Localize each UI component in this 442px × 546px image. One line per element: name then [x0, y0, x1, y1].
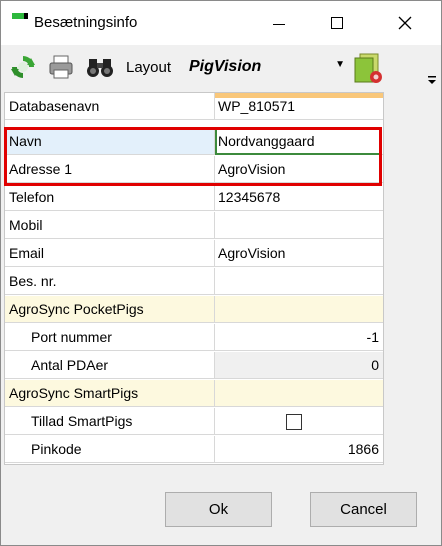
property-value[interactable]: [215, 268, 383, 295]
window: Besætningsinfo Layout PigVision ▼ Databa…: [0, 0, 442, 546]
refresh-icon[interactable]: [9, 53, 37, 81]
cancel-button[interactable]: Cancel: [310, 492, 417, 527]
grid-row-bes-nr[interactable]: Bes. nr.: [5, 268, 383, 296]
grid-row-telefon[interactable]: Telefon 12345678: [5, 184, 383, 212]
property-value: 0: [215, 352, 383, 379]
window-title: Besætningsinfo: [34, 14, 138, 31]
grid-row-databasenavn[interactable]: Databasenavn WP_810571: [5, 93, 383, 121]
layout-settings-icon[interactable]: [351, 51, 385, 85]
overflow-icon[interactable]: [427, 75, 437, 85]
title-bar: Besætningsinfo: [1, 1, 441, 45]
ok-button[interactable]: Ok: [165, 492, 272, 527]
grid-row-navn[interactable]: Navn Nordvanggaard: [5, 128, 383, 156]
property-name: Pinkode: [5, 436, 215, 463]
property-name: Telefon: [5, 184, 215, 211]
property-name: Port nummer: [5, 324, 215, 351]
grid-row-pinkode[interactable]: Pinkode 1866: [5, 436, 383, 464]
property-name: Databasenavn: [5, 93, 215, 120]
grid-row-email[interactable]: Email AgroVision: [5, 240, 383, 268]
edit-border: [215, 128, 382, 155]
minimize-button[interactable]: [256, 1, 302, 45]
grid-row-port-nummer[interactable]: Port nummer -1: [5, 324, 383, 352]
minimize-icon: [273, 23, 285, 25]
property-name: Mobil: [5, 212, 215, 239]
grid-row-tillad-smartpigs[interactable]: Tillad SmartPigs: [5, 408, 383, 436]
property-name: Antal PDAer: [5, 352, 215, 379]
smartpigs-checkbox[interactable]: [286, 414, 302, 430]
close-icon: [398, 16, 412, 30]
property-value[interactable]: AgroVision: [215, 240, 383, 267]
property-value[interactable]: [215, 212, 383, 239]
close-button[interactable]: [382, 1, 428, 45]
property-grid: Databasenavn WP_810571 Navn Nordvanggaar…: [4, 92, 384, 465]
app-icon: [12, 13, 28, 19]
property-value[interactable]: -1: [215, 324, 383, 351]
property-value[interactable]: AgroVision: [215, 156, 383, 183]
property-value[interactable]: 1866: [215, 436, 383, 463]
layout-label: Layout: [126, 59, 172, 76]
grid-row-adresse[interactable]: Adresse 1 AgroVision: [5, 156, 383, 184]
layout-value: PigVision: [189, 58, 262, 75]
property-value[interactable]: 12345678: [215, 184, 383, 211]
grid-row-mobil[interactable]: Mobil: [5, 212, 383, 240]
grid-category-pocketpigs[interactable]: AgroSync PocketPigs: [5, 296, 383, 324]
maximize-icon: [331, 17, 343, 29]
category-value: [215, 296, 383, 323]
category-value: [215, 380, 383, 407]
print-icon[interactable]: [47, 53, 75, 81]
property-name: Navn: [5, 128, 215, 155]
binoculars-icon[interactable]: [85, 53, 113, 81]
grid-row-antal-pdaer[interactable]: Antal PDAer 0: [5, 352, 383, 380]
maximize-button[interactable]: [314, 1, 360, 45]
chevron-down-icon[interactable]: ▼: [335, 59, 345, 70]
property-name: Adresse 1: [5, 156, 215, 183]
grid-category-smartpigs[interactable]: AgroSync SmartPigs: [5, 380, 383, 408]
toolbar: Layout PigVision ▼: [1, 45, 441, 91]
property-value[interactable]: WP_810571: [215, 93, 383, 120]
property-name: Email: [5, 240, 215, 267]
property-name: Bes. nr.: [5, 268, 215, 295]
category-label: AgroSync SmartPigs: [5, 380, 215, 407]
category-label: AgroSync PocketPigs: [5, 296, 215, 323]
layout-select[interactable]: PigVision ▼: [181, 55, 349, 81]
property-name: Tillad SmartPigs: [5, 408, 215, 435]
